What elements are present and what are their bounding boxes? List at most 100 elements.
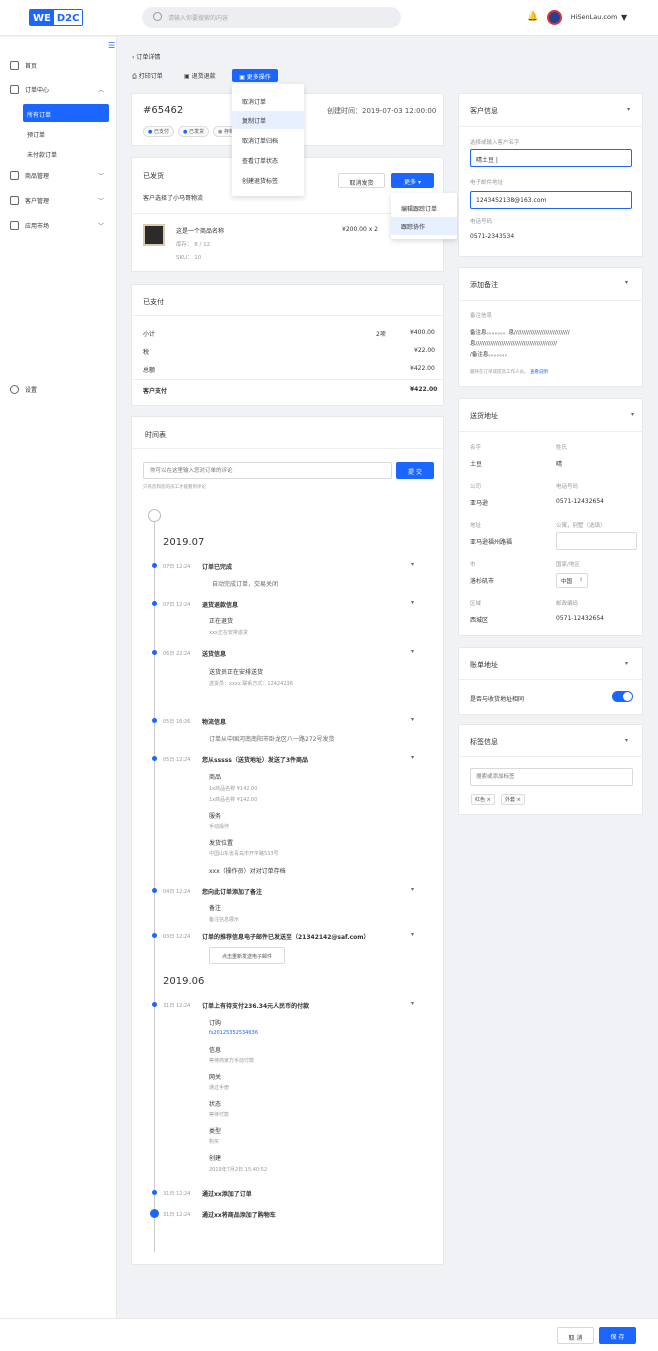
timeline-dot	[152, 1190, 157, 1195]
caret-down-icon[interactable]: ▾	[411, 561, 414, 568]
caret-down-icon[interactable]: ▾	[631, 411, 634, 418]
customer-name-input[interactable]: 晴土豆 |	[470, 149, 632, 167]
caret-down-icon[interactable]: ▾	[625, 279, 628, 286]
caret-down-icon[interactable]: ▾	[411, 648, 414, 655]
menu-collapse-icon[interactable]: ☰	[108, 41, 115, 50]
chevron-up-icon: ︿	[98, 87, 105, 94]
event-subtitle: 订购	[209, 1020, 222, 1027]
remark-help-link[interactable]: 查看说明	[530, 370, 548, 375]
sidebar-item-all-orders[interactable]: 所有订单	[23, 104, 109, 122]
address-title: 送货地址	[470, 412, 498, 420]
sidebar-item-market[interactable]: 应用市场 ﹀	[10, 221, 110, 230]
more-actions-menu: 取消订单 复制订单 取消订单归档 查看订单状态 创建退货标签	[232, 84, 304, 196]
logo-d2c: D2C	[53, 10, 83, 25]
sidebar-item-customers[interactable]: 客户管理 ﹀	[10, 196, 110, 205]
tag-search-input[interactable]	[470, 768, 633, 786]
tag-chip[interactable]: 红色 ×	[471, 794, 495, 805]
print-icon: ⎙	[132, 73, 139, 80]
status-badge: ● 已支付	[143, 126, 174, 137]
caret-down-icon[interactable]: ▼	[621, 13, 627, 22]
caret-down-icon[interactable]: ▾	[625, 660, 628, 667]
close-icon[interactable]: ×	[487, 797, 491, 803]
resend-email-button[interactable]: 点击重新发送电子邮件	[209, 947, 285, 964]
sidebar-item-orders[interactable]: 订单中心 ︿	[10, 85, 110, 94]
tel-value: 0571-12432654	[556, 498, 604, 505]
sidebar-item-products[interactable]: 商品管理 ﹀	[10, 171, 110, 180]
divider	[459, 756, 642, 757]
event-date: 04日 12:24	[163, 889, 191, 895]
shipping-more-button[interactable]: 更多 ▾	[391, 173, 434, 188]
bell-icon[interactable]: 🔔	[527, 12, 538, 22]
refund-label: 退货退款	[191, 73, 216, 80]
comment-input[interactable]	[143, 462, 392, 479]
avatar[interactable]	[547, 10, 562, 25]
save-button[interactable]: 保 存	[599, 1327, 636, 1344]
order-link[interactable]: fs20125352534636	[209, 1030, 258, 1036]
country-value: 中国	[561, 579, 573, 585]
country-select[interactable]: 中国 ⇕	[556, 573, 588, 588]
caret-down-icon[interactable]: ▾	[625, 737, 628, 744]
sidebar-item-pre-orders[interactable]: 预订单	[27, 130, 45, 139]
menu-item-cancel-order[interactable]: 取消订单	[232, 92, 304, 110]
first-name-value: 土豆	[470, 461, 483, 468]
sidebar-label: 设置	[25, 387, 38, 394]
event-title: 订单上有待支付236.34元人民币的付款	[202, 1003, 310, 1010]
event-subtitle: 正在退货	[209, 618, 234, 625]
close-icon[interactable]: ×	[517, 797, 521, 803]
chevron-down-icon: ﹀	[98, 198, 105, 205]
tax-label: 税	[143, 349, 150, 356]
back-link[interactable]: ‹ 订单详情	[132, 52, 160, 61]
comment-note: 只有您和您的员工才能看到评论	[143, 485, 206, 490]
divider	[459, 679, 642, 680]
menu-item-return-label[interactable]: 创建退货标签	[232, 171, 304, 189]
same-address-label: 是否与收货地址相同	[470, 696, 525, 703]
menu-item-edit-tracking[interactable]: 编辑跟踪订单	[391, 199, 457, 217]
refund-button[interactable]: ▣ 退货退款	[184, 71, 216, 80]
sidebar-item-home[interactable]: 首页	[10, 61, 37, 70]
shipping-more-label: 更多	[404, 179, 417, 186]
created-time: 创建时间：2019-07-03 12:00:00	[327, 107, 437, 115]
more-actions-button[interactable]: ▣ 更多操作	[232, 69, 278, 82]
same-address-toggle[interactable]	[612, 691, 633, 702]
payment-title: 已支付	[143, 298, 164, 306]
company-label: 公司	[470, 484, 482, 490]
apartment-input[interactable]	[556, 532, 637, 550]
zip-label: 邮政编码	[556, 601, 579, 607]
caret-down-icon[interactable]: ▾	[627, 106, 630, 113]
email-input[interactable]: 1243452138@163.com	[470, 191, 632, 209]
remark-title: 添加备注	[470, 281, 498, 289]
order-id: #65462	[143, 105, 184, 116]
box-icon: ▣	[239, 74, 247, 81]
caret-down-icon[interactable]: ▾	[411, 886, 414, 893]
email-label: 电子邮件地址	[470, 180, 504, 186]
phone-value: 0571-2343534	[470, 233, 515, 240]
event-subtitle: xxx（操作员）对对订单存档	[209, 868, 286, 875]
logo[interactable]: WE D2C	[29, 9, 84, 26]
menu-item-copy-order[interactable]: 复制订单	[232, 111, 304, 129]
event-title: 通过xx将商品添加了购物车	[202, 1212, 276, 1219]
product-icon	[10, 171, 19, 180]
cancel-shipping-button[interactable]: 取消发货	[338, 173, 385, 188]
menu-item-cancel-archive[interactable]: 取消订单归档	[232, 131, 304, 149]
caret-down-icon[interactable]: ▾	[411, 1000, 414, 1007]
submit-comment-button[interactable]: 提 交	[396, 462, 434, 479]
sidebar-item-settings[interactable]: 设置	[10, 385, 37, 394]
sidebar-item-unpaid[interactable]: 未付款订单	[27, 150, 57, 159]
tag-chip[interactable]: 外套 ×	[501, 794, 525, 805]
item-name[interactable]: 这是一个商品名称	[176, 226, 224, 235]
menu-item-tracking-collab[interactable]: 跟踪协作	[391, 217, 457, 235]
caret-down-icon[interactable]: ▾	[411, 931, 414, 938]
caret-down-icon[interactable]: ▾	[411, 716, 414, 723]
timeline-dot	[152, 718, 157, 723]
search-bar[interactable]: 请输入你要搜索的内容	[142, 7, 401, 28]
print-button[interactable]: ⎙ 打印订单	[132, 71, 163, 81]
caret-down-icon[interactable]: ▾	[411, 599, 414, 606]
event-detail: 中国山东省青岛市开平路533号	[209, 851, 279, 857]
menu-item-order-status[interactable]: 查看订单状态	[232, 151, 304, 169]
tags-card: 标签信息 ▾ 红色 × 外套 ×	[458, 724, 643, 815]
cancel-button[interactable]: 取 消	[557, 1327, 594, 1344]
user-name[interactable]: HiSenLau.com	[570, 13, 618, 21]
status-label: 已发货	[188, 129, 204, 135]
users-icon	[10, 196, 19, 205]
caret-down-icon[interactable]: ▾	[411, 754, 414, 761]
